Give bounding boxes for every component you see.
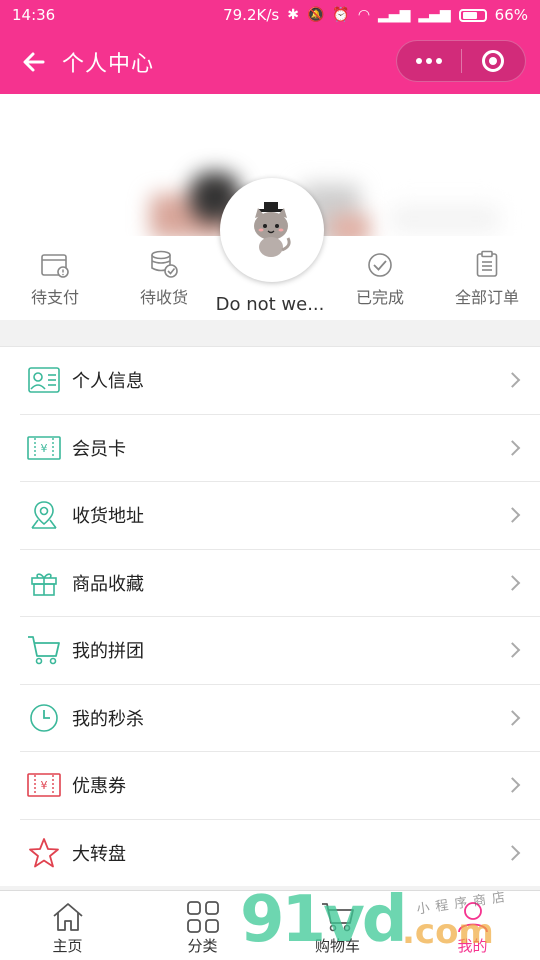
chevron-right-icon — [504, 709, 521, 726]
menu-item-label: 收货地址 — [72, 506, 144, 528]
nav-bar: 个人中心 — [0, 30, 540, 94]
gift-icon — [31, 573, 57, 596]
tab-cart[interactable]: 购物车 — [270, 891, 405, 960]
home-icon — [52, 903, 83, 931]
menu-item-lucky-wheel[interactable]: 大转盘 — [20, 820, 540, 888]
status-time: 14:36 — [12, 6, 56, 24]
bluetooth-icon: ✱ — [287, 7, 299, 23]
signal-icon: ▂▄▆ — [378, 7, 411, 23]
order-completed[interactable]: 已完成 — [325, 248, 435, 308]
avatar[interactable] — [220, 178, 324, 282]
grid-icon — [186, 901, 219, 933]
svg-text:¥: ¥ — [41, 442, 48, 455]
menu-item-address[interactable]: 收货地址 — [20, 482, 540, 550]
order-label: 全部订单 — [454, 288, 519, 307]
membership-card-icon: ¥ — [27, 435, 61, 460]
menu-item-favorites[interactable]: 商品收藏 — [20, 550, 540, 617]
mute-bell-icon: 🔕 — [306, 7, 325, 23]
order-label: 已完成 — [355, 288, 404, 307]
close-miniprogram-button[interactable] — [462, 41, 526, 81]
menu-item-profile-info[interactable]: 个人信息 — [20, 347, 540, 415]
chevron-right-icon — [504, 777, 521, 794]
more-button[interactable] — [397, 41, 461, 81]
tab-category[interactable]: 分类 — [135, 891, 270, 960]
tab-mine[interactable]: 我的 — [405, 891, 540, 960]
menu-item-label: 个人信息 — [72, 371, 144, 393]
chevron-right-icon — [504, 507, 521, 524]
cart-icon — [321, 903, 354, 932]
menu-item-label: 优惠券 — [72, 776, 126, 798]
miniprogram-capsule — [396, 40, 526, 82]
blurred-background-5 — [390, 204, 500, 234]
menu-item-label: 我的拼团 — [72, 641, 144, 663]
tab-label: 分类 — [187, 937, 218, 955]
profile-header: Do not we... 待支付 待收货 已完成 全部订单 — [0, 94, 540, 320]
order-all[interactable]: 全部订单 — [432, 248, 540, 308]
menu-item-group-buy[interactable]: 我的拼团 — [20, 617, 540, 685]
tab-label: 购物车 — [314, 937, 360, 955]
cart-icon — [28, 636, 60, 665]
menu-item-label: 会员卡 — [72, 438, 126, 460]
tab-bar: 主页 分类 购物车 我的 — [0, 890, 540, 960]
svg-text:¥: ¥ — [41, 779, 48, 792]
chevron-right-icon — [504, 439, 521, 456]
battery-percent: 66% — [494, 6, 528, 24]
menu-item-label: 商品收藏 — [72, 573, 144, 595]
profile-card-icon — [28, 367, 60, 394]
tab-label: 我的 — [457, 937, 488, 955]
pending-receipt-icon — [151, 250, 178, 278]
cat-avatar-icon — [254, 202, 291, 257]
back-arrow-icon — [23, 52, 45, 72]
menu-item-membership-card[interactable]: ¥ 会员卡 — [20, 415, 540, 482]
chevron-right-icon — [504, 642, 521, 659]
order-label: 待支付 — [30, 288, 79, 307]
menu-item-flash-sale[interactable]: 我的秒杀 — [20, 685, 540, 752]
page-title: 个人中心 — [62, 52, 155, 77]
chevron-right-icon — [504, 845, 521, 862]
chevron-right-icon — [504, 574, 521, 591]
pending-payment-icon — [41, 254, 69, 278]
status-bar: 14:36 79.2K/s ✱ 🔕 ⏰ ◠ ▂▄▆ ▂▄▆ 66% — [0, 0, 540, 30]
more-dots-icon — [415, 58, 442, 64]
tab-home[interactable]: 主页 — [0, 891, 135, 960]
tab-label: 主页 — [52, 937, 83, 955]
completed-icon — [368, 253, 392, 277]
location-icon — [31, 501, 57, 530]
target-icon — [482, 50, 505, 72]
coupon-icon: ¥ — [27, 773, 61, 798]
star-icon — [29, 838, 59, 868]
menu-item-coupons[interactable]: ¥ 优惠券 — [20, 752, 540, 820]
back-button[interactable] — [6, 30, 62, 94]
menu-item-label: 我的秒杀 — [72, 708, 144, 730]
alarm-icon: ⏰ — [332, 7, 350, 23]
user-nickname: Do not we... — [215, 294, 325, 315]
network-speed: 79.2K/s — [223, 6, 280, 24]
all-orders-icon — [476, 250, 498, 277]
chevron-right-icon — [504, 372, 521, 389]
clock-icon — [30, 703, 58, 732]
wifi-icon: ◠ — [357, 7, 371, 23]
person-icon — [457, 902, 488, 933]
signal-icon-2: ▂▄▆ — [418, 7, 451, 23]
battery-icon — [458, 8, 487, 22]
menu-item-label: 大转盘 — [72, 844, 126, 866]
order-pending-payment[interactable]: 待支付 — [0, 248, 110, 308]
menu-list: 个人信息 ¥ 会员卡 收货地址 商品收藏 我的拼团 我的秒杀 ¥ 优惠券 大转盘 — [0, 346, 540, 886]
